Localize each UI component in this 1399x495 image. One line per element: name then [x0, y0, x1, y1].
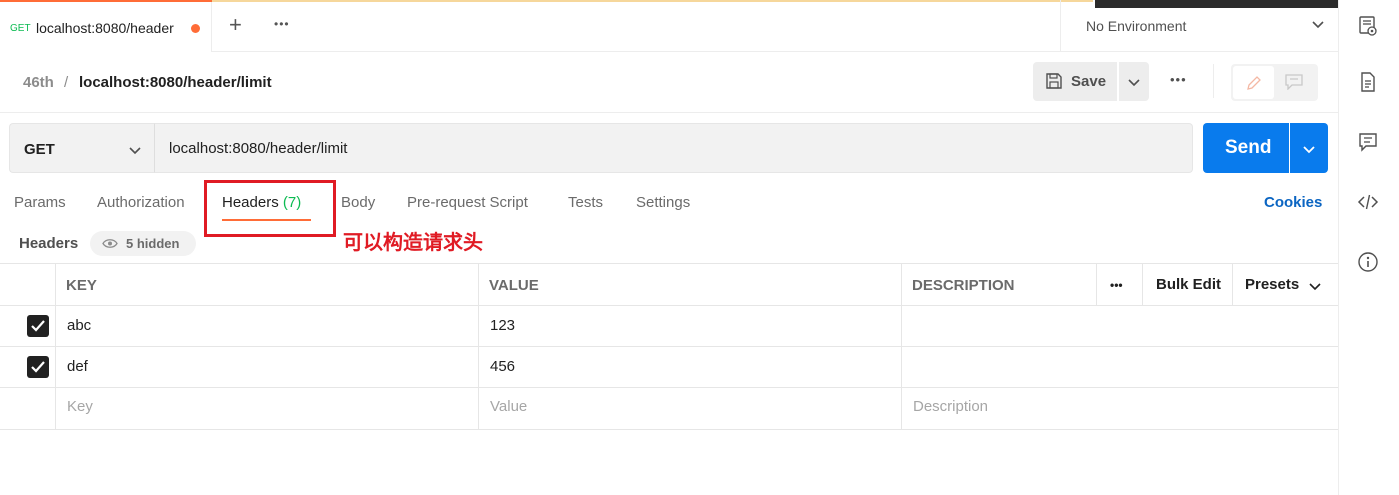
headers-section-title: Headers	[19, 235, 79, 252]
url-text: localhost:8080/header/limit	[169, 140, 348, 157]
save-icon	[1046, 73, 1062, 89]
breadcrumb-request-name[interactable]: localhost:8080/header/limit	[79, 74, 272, 91]
unsaved-dot-icon	[191, 24, 200, 33]
tab-params[interactable]: Params	[14, 194, 66, 211]
method-selector[interactable]: GET	[9, 123, 154, 173]
table-border	[0, 263, 1338, 264]
tab-method-label: GET	[10, 23, 31, 34]
presets-button[interactable]: Presets	[1245, 276, 1299, 293]
column-header-value: VALUE	[489, 277, 539, 294]
column-divider	[1232, 263, 1233, 305]
column-options-button[interactable]: •••	[1110, 278, 1123, 292]
toolbar-divider	[1213, 64, 1214, 98]
active-tab-indicator	[0, 0, 212, 2]
header-value-cell[interactable]: 456	[490, 358, 515, 375]
new-value-input[interactable]: Value	[490, 398, 527, 415]
edit-comment-group	[1231, 64, 1318, 101]
cookies-link[interactable]: Cookies	[1264, 194, 1322, 211]
url-input[interactable]: localhost:8080/header/limit	[154, 123, 1193, 173]
header-key-cell[interactable]: abc	[67, 317, 91, 334]
tab-tests[interactable]: Tests	[568, 194, 603, 211]
annotation-highlight-box	[204, 180, 336, 237]
code-icon[interactable]	[1357, 191, 1379, 213]
breadcrumb-separator: /	[64, 74, 69, 91]
column-divider	[901, 263, 902, 429]
hidden-headers-toggle[interactable]: 5 hidden	[90, 231, 196, 256]
chevron-down-icon	[1303, 146, 1315, 154]
tab-pre-request-script[interactable]: Pre-request Script	[407, 194, 528, 211]
method-label: GET	[24, 141, 55, 158]
breadcrumb-collection[interactable]: 46th	[23, 74, 54, 91]
eye-icon	[102, 239, 118, 248]
chevron-down-icon	[1309, 283, 1321, 291]
new-tab-button[interactable]: +	[229, 14, 242, 36]
checkmark-icon	[31, 320, 45, 332]
hidden-count-label: 5 hidden	[126, 236, 180, 251]
row-checkbox[interactable]	[27, 356, 49, 378]
tab-authorization[interactable]: Authorization	[97, 194, 185, 211]
environment-quick-look-icon[interactable]	[1357, 15, 1379, 37]
save-label: Save	[1071, 73, 1107, 90]
pencil-icon	[1247, 76, 1261, 90]
new-key-input[interactable]: Key	[67, 398, 93, 415]
table-border	[0, 387, 1338, 388]
chevron-down-icon	[1312, 21, 1324, 29]
row-checkbox[interactable]	[27, 315, 49, 337]
chevron-down-icon	[1128, 79, 1140, 87]
checkmark-icon	[31, 361, 45, 373]
header-key-cell[interactable]: def	[67, 358, 88, 375]
column-header-key: KEY	[66, 277, 97, 294]
send-button[interactable]: Send	[1203, 123, 1289, 173]
info-icon[interactable]	[1357, 251, 1379, 273]
header-value-cell[interactable]: 123	[490, 317, 515, 334]
tab-body[interactable]: Body	[341, 194, 375, 211]
comments-icon[interactable]	[1357, 131, 1379, 153]
column-divider	[1096, 263, 1097, 305]
request-tab[interactable]: GET localhost:8080/header	[0, 0, 212, 52]
breadcrumb: 46th / localhost:8080/header/limit Save …	[0, 52, 1338, 113]
save-dropdown-button[interactable]	[1119, 62, 1149, 101]
column-header-description: DESCRIPTION	[912, 277, 1015, 294]
save-button[interactable]: Save	[1033, 62, 1117, 101]
comment-icon	[1285, 74, 1303, 90]
column-divider	[478, 263, 479, 429]
table-border	[0, 346, 1338, 347]
table-border	[0, 429, 1338, 430]
send-label: Send	[1225, 137, 1272, 158]
tab-settings[interactable]: Settings	[636, 194, 690, 211]
annotation-text: 可以构造请求头	[343, 230, 483, 254]
tab-name: localhost:8080/header	[36, 20, 174, 36]
column-divider	[1142, 263, 1143, 305]
right-sidebar	[1338, 0, 1399, 495]
tab-more-button[interactable]: •••	[274, 17, 290, 31]
send-dropdown-button[interactable]	[1290, 123, 1328, 173]
documentation-icon[interactable]	[1357, 71, 1379, 93]
environment-label: No Environment	[1086, 18, 1187, 34]
column-divider	[55, 263, 56, 429]
bulk-edit-button[interactable]: Bulk Edit	[1156, 276, 1221, 293]
table-border	[0, 305, 1338, 306]
new-description-input[interactable]: Description	[913, 398, 988, 415]
edit-button[interactable]	[1233, 66, 1274, 99]
request-more-button[interactable]: •••	[1170, 72, 1187, 87]
chevron-down-icon	[129, 147, 141, 155]
presets-label: Presets	[1245, 276, 1300, 293]
